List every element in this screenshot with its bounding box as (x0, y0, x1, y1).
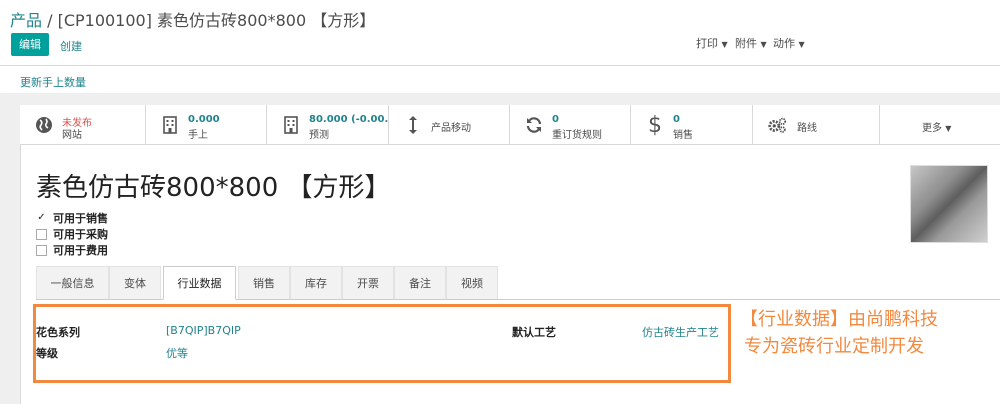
forecast-label: 预测 (309, 130, 329, 141)
product-image[interactable] (910, 165, 988, 243)
caret-down-icon: ▼ (760, 40, 767, 49)
website-status-label: 网站 (62, 130, 82, 141)
caret-down-icon: ▼ (721, 40, 728, 49)
purchase-ok-label: 可用于采购 (53, 228, 108, 241)
tab-variants[interactable]: 变体 (109, 266, 161, 299)
action-label: 动作 (773, 37, 795, 50)
expense-ok-checkbox-row[interactable]: 可用于费用 (36, 242, 108, 258)
building-icon (160, 114, 180, 136)
reorder-rules-label: 重订货规则 (552, 130, 602, 141)
breadcrumb-separator: / (42, 11, 58, 30)
breadcrumb-current: [CP100100] 素色仿古砖800*800 【方形】 (57, 11, 376, 30)
tab-inventory[interactable]: 库存 (290, 266, 342, 299)
product-moves-button[interactable]: 产品移动 (389, 105, 510, 145)
product-moves-label: 产品移动 (431, 123, 471, 134)
on-hand-label: 手上 (188, 130, 208, 141)
arrows-vertical-icon (403, 114, 423, 136)
attachment-label: 附件 (735, 37, 757, 50)
tab-industry-data[interactable]: 行业数据 (163, 266, 236, 300)
globe-icon (34, 114, 54, 136)
more-label: 更多 (922, 123, 942, 134)
routes-label: 路线 (797, 123, 817, 134)
cogs-icon (767, 114, 787, 136)
website-published-button[interactable]: 未发布 网站 (20, 105, 146, 145)
edit-button[interactable]: 编辑 (11, 33, 49, 56)
tab-invoicing[interactable]: 开票 (342, 266, 394, 299)
expense-ok-checkbox[interactable] (36, 244, 47, 256)
on-hand-value: 0.000 (188, 114, 220, 125)
purchase-ok-checkbox-row[interactable]: 可用于采购 (36, 226, 108, 242)
on-hand-button[interactable]: 0.000 手上 (146, 105, 267, 145)
breadcrumb-parent-link[interactable]: 产品 (10, 11, 42, 30)
create-button[interactable]: 创建 (60, 38, 82, 54)
reorder-rules-value: 0 (552, 114, 559, 125)
product-title: 素色仿古砖800*800 【方形】 (36, 173, 391, 203)
breadcrumb: 产品 / [CP100100] 素色仿古砖800*800 【方形】 (10, 7, 375, 31)
caret-down-icon: ▼ (945, 124, 952, 133)
expense-ok-label: 可用于费用 (53, 244, 108, 257)
more-dropdown[interactable]: 更多 ▼ (880, 105, 1000, 145)
annotation-line-1: 【行业数据】由尚鹏科技 (740, 309, 938, 330)
action-dropdown[interactable]: 动作 ▼ (773, 35, 805, 51)
annotation-line-2: 专为瓷砖行业定制开发 (744, 336, 924, 357)
sales-label: 销售 (673, 130, 693, 141)
routes-button[interactable]: 路线 (753, 105, 880, 145)
print-label: 打印 (696, 37, 718, 50)
tab-general-info[interactable]: 一般信息 (36, 266, 109, 299)
sale-ok-checkbox-row[interactable]: ✓ 可用于销售 (36, 210, 108, 226)
caret-down-icon: ▼ (798, 40, 805, 49)
sale-ok-label: 可用于销售 (53, 212, 108, 225)
reorder-rules-button[interactable]: 0 重订货规则 (510, 105, 631, 145)
dollar-icon: $ (648, 112, 662, 138)
sales-value: 0 (673, 114, 680, 125)
checkmark-icon[interactable]: ✓ (36, 212, 47, 224)
tab-video[interactable]: 视频 (446, 266, 498, 299)
purchase-ok-checkbox[interactable] (36, 228, 47, 240)
forecast-button[interactable]: 80.000 (-0.00...+ 预测 (267, 105, 404, 145)
refresh-icon (524, 114, 544, 136)
control-panel-divider (0, 65, 1000, 66)
sales-button[interactable]: $ 0 销售 (631, 105, 753, 145)
building-icon (281, 114, 301, 136)
more-label-wrap: 更多 ▼ (922, 119, 951, 134)
attachment-dropdown[interactable]: 附件 ▼ (735, 35, 767, 51)
tab-sales[interactable]: 销售 (238, 266, 290, 299)
update-quantity-button[interactable]: 更新手上数量 (20, 74, 86, 90)
print-dropdown[interactable]: 打印 ▼ (696, 35, 728, 51)
highlight-box (33, 304, 731, 383)
tab-notes[interactable]: 备注 (394, 266, 446, 299)
